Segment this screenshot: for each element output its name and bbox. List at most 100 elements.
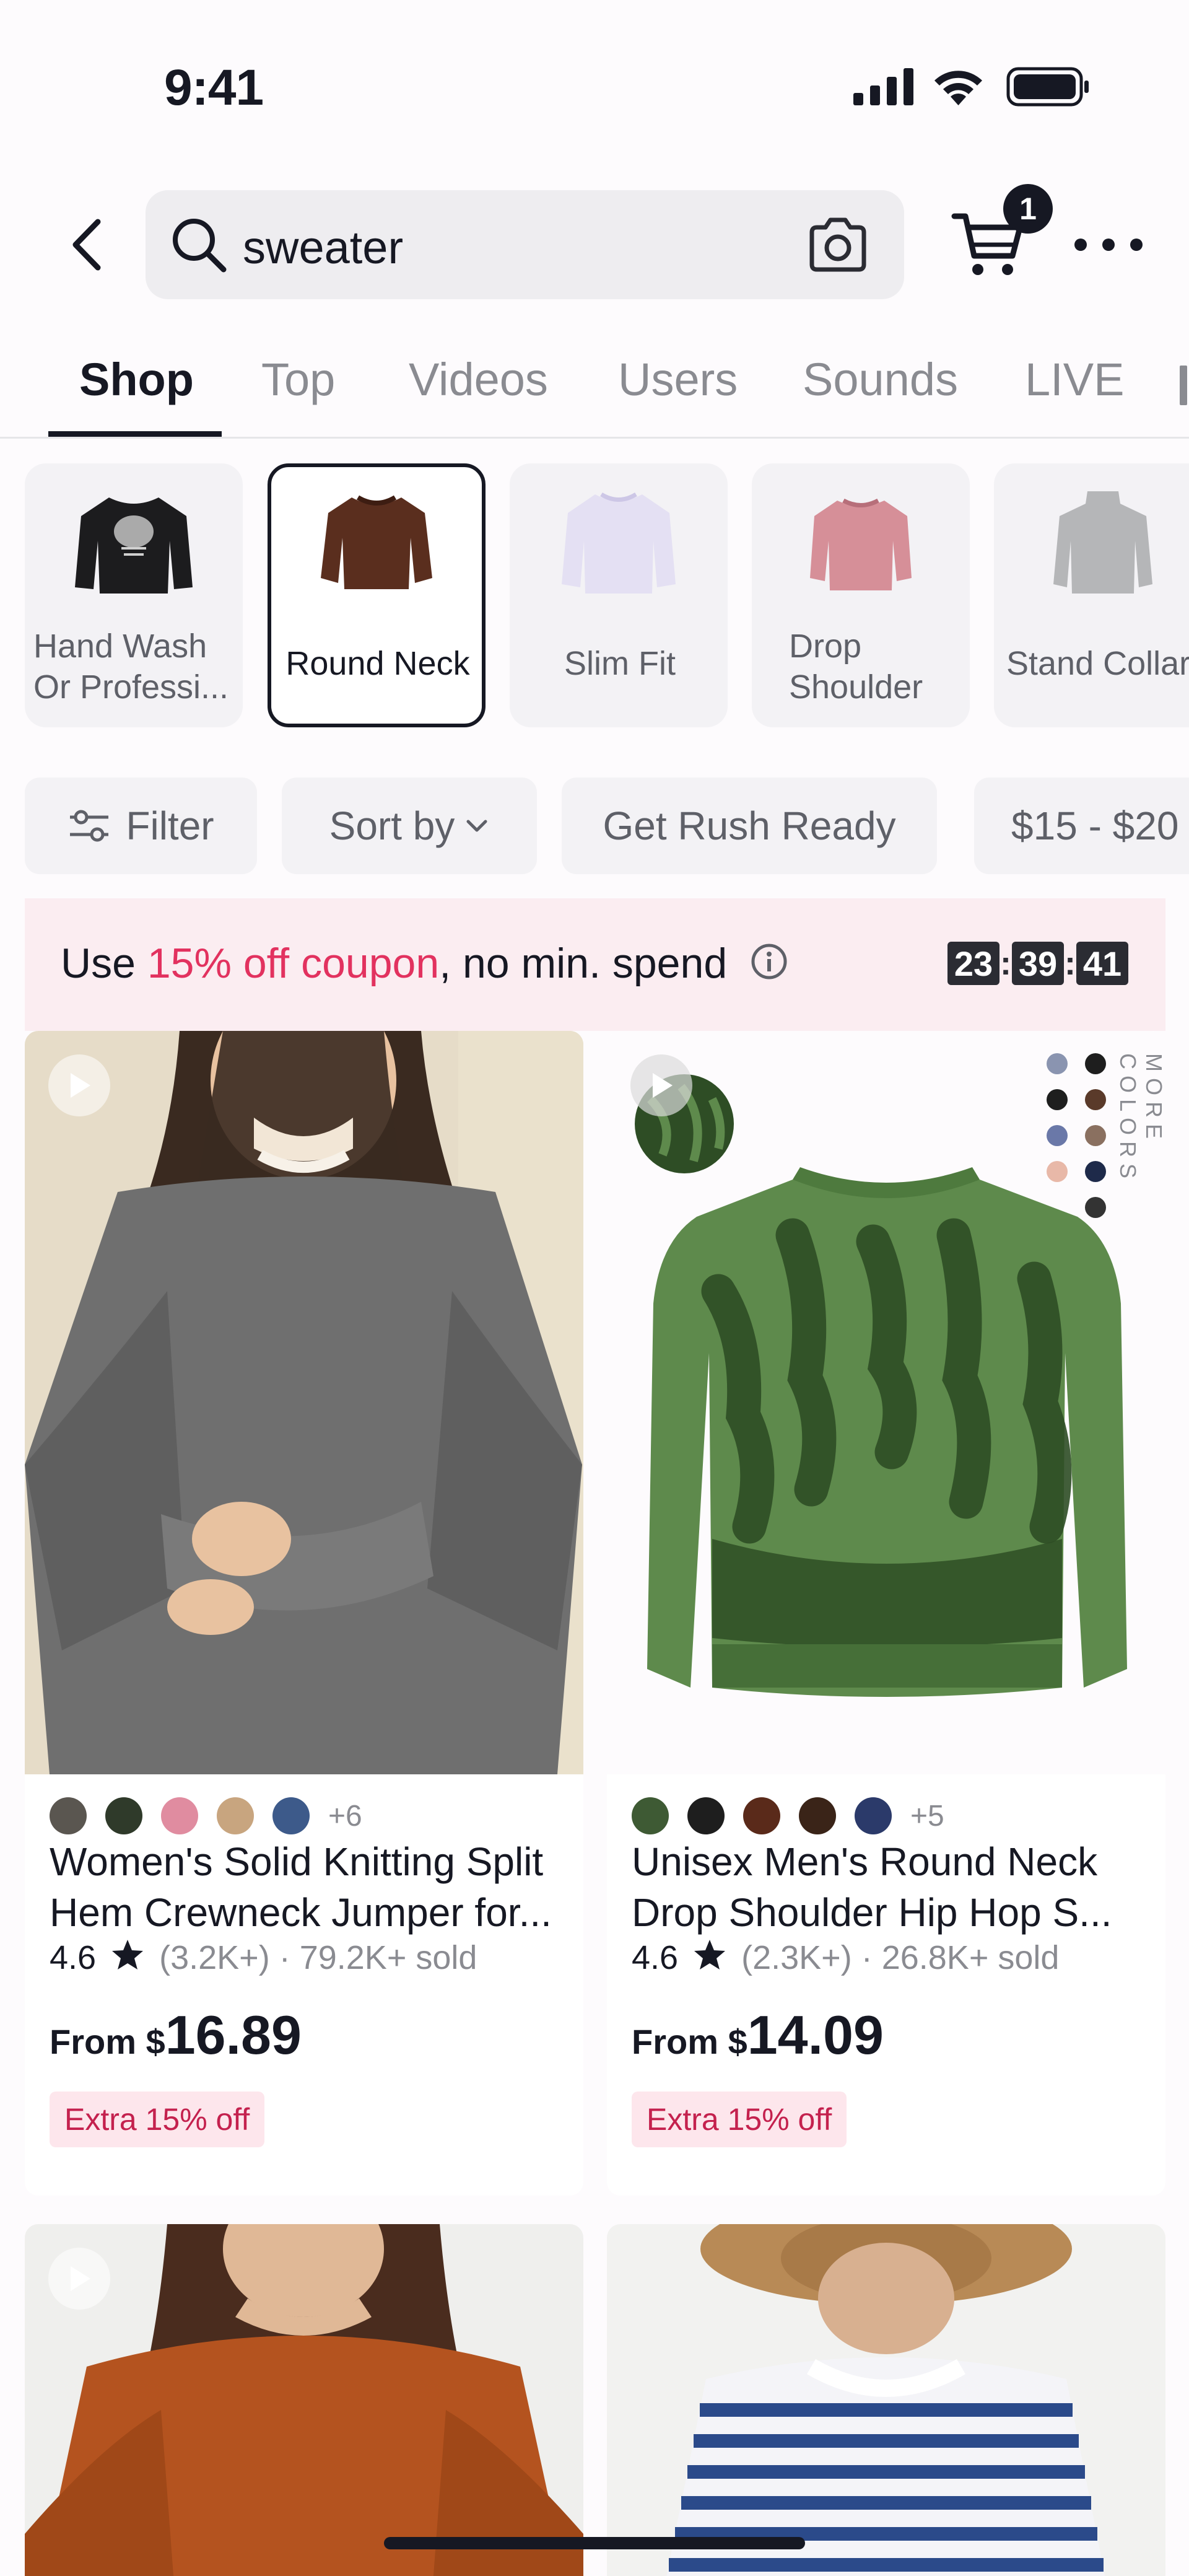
- color-swatch[interactable]: [855, 1797, 892, 1834]
- product-card[interactable]: [607, 2224, 1165, 2576]
- price-amount: 14.09: [747, 2004, 884, 2066]
- filter-chip-row: Filter Sort by Get Rush Ready $15 - $20: [25, 778, 1189, 874]
- filter-button[interactable]: Filter: [25, 778, 257, 874]
- price-range-chip[interactable]: $15 - $20: [974, 778, 1189, 874]
- wifi-icon: [934, 71, 982, 105]
- home-indicator: [384, 2537, 805, 2549]
- product-card[interactable]: [25, 2224, 583, 2576]
- coupon-text: Use 15% off coupon, no min. spend: [61, 939, 788, 988]
- search-bar[interactable]: sweater: [146, 190, 904, 299]
- product-rating: 4.6 (3.2K+) · 79.2K+ sold: [50, 1938, 477, 1977]
- review-count: (3.2K+): [159, 1939, 270, 1976]
- rush-ready-chip[interactable]: Get Rush Ready: [562, 778, 937, 874]
- price-range-label: $15 - $20: [1011, 804, 1179, 848]
- cart-button[interactable]: 1: [951, 184, 1053, 288]
- promo-badge: Extra 15% off: [632, 2092, 847, 2147]
- sold-count: · 79.2K+ sold: [279, 1939, 477, 1976]
- coupon-highlight: 15% off coupon: [147, 940, 440, 987]
- coupon-prefix: Use: [61, 940, 147, 987]
- cart-count-badge: 1: [1003, 184, 1053, 234]
- play-icon: [71, 1073, 90, 1098]
- sort-label: Sort by: [329, 804, 455, 848]
- tab-live[interactable]: LIVE: [1025, 353, 1124, 406]
- video-play-button[interactable]: [630, 1054, 692, 1116]
- color-swatch[interactable]: [161, 1797, 198, 1834]
- category-chip-stand-collar[interactable]: Stand Collar: [994, 463, 1189, 727]
- timer-minutes: 39: [1012, 942, 1064, 985]
- more-options-button[interactable]: [1074, 223, 1143, 266]
- price-amount: 16.89: [165, 2004, 302, 2066]
- product-image[interactable]: [25, 1031, 583, 1774]
- tab-top[interactable]: Top: [261, 353, 335, 406]
- play-icon: [653, 1073, 673, 1098]
- back-button[interactable]: [62, 211, 111, 279]
- color-dot: [1047, 1089, 1068, 1110]
- status-time: 9:41: [164, 59, 264, 116]
- color-swatch[interactable]: [217, 1797, 254, 1834]
- color-dot: [1085, 1125, 1106, 1146]
- category-label: Slim Fit: [564, 645, 676, 682]
- category-label: Stand Collar: [1006, 645, 1189, 682]
- coupon-suffix: , no min. spend: [439, 940, 728, 987]
- color-swatch[interactable]: [632, 1797, 669, 1834]
- color-dot: [1085, 1053, 1106, 1074]
- play-icon: [71, 2266, 90, 2291]
- star-icon: [112, 1940, 144, 1969]
- sweater-thumbnail: [75, 497, 193, 594]
- color-swatch[interactable]: [50, 1797, 87, 1834]
- color-dot: [1047, 1161, 1068, 1182]
- product-image[interactable]: [607, 2224, 1165, 2576]
- sort-by-dropdown[interactable]: Sort by: [282, 778, 537, 874]
- more-dot-icon: [1130, 239, 1143, 251]
- color-dot: [1085, 1197, 1106, 1218]
- color-swatch[interactable]: [687, 1797, 725, 1834]
- rush-label: Get Rush Ready: [603, 804, 896, 848]
- camera-icon[interactable]: [807, 215, 869, 274]
- color-swatch[interactable]: [743, 1797, 780, 1834]
- tab-shop[interactable]: Shop: [79, 353, 194, 406]
- product-card[interactable]: +6 Women's Solid Knitting Split Hem Crew…: [25, 1031, 583, 2196]
- price-prefix: From: [50, 2022, 146, 2061]
- product-card[interactable]: +5 Unisex Men's Round Neck Drop Shoulder…: [607, 1031, 1165, 2196]
- color-dot: [1047, 1125, 1068, 1146]
- tab-sounds[interactable]: Sounds: [803, 353, 958, 406]
- sold-count: · 26.8K+ sold: [861, 1939, 1060, 1976]
- info-icon[interactable]: [750, 942, 788, 981]
- chevron-left-icon: [72, 219, 101, 271]
- category-chip-row: Hand Wash Or Professi... Round Neck Slim…: [25, 463, 1189, 727]
- category-chip-round-neck[interactable]: Round Neck: [268, 463, 486, 727]
- product-title[interactable]: Unisex Men's Round Neck Drop Shoulder Hi…: [632, 1836, 1152, 1938]
- color-dot: [1047, 1053, 1068, 1074]
- chevron-down-icon: [466, 820, 487, 832]
- search-input[interactable]: sweater: [243, 221, 403, 274]
- category-chip-slim-fit[interactable]: Slim Fit: [510, 463, 728, 727]
- more-colors-label: MORE COLORS: [1115, 1053, 1167, 1185]
- product-image[interactable]: [607, 1031, 1165, 1774]
- timer-hours: 23: [947, 942, 1000, 985]
- tab-users[interactable]: Users: [618, 353, 738, 406]
- color-swatch[interactable]: [272, 1797, 310, 1834]
- tab-videos[interactable]: Videos: [409, 353, 548, 406]
- category-label: Round Neck: [285, 645, 470, 682]
- color-dot: [1085, 1089, 1106, 1110]
- cellular-signal-icon: [853, 68, 913, 105]
- more-swatches-count: +5: [910, 1799, 944, 1833]
- product-price: From $16.89: [50, 2004, 302, 2067]
- color-swatch[interactable]: [105, 1797, 142, 1834]
- color-swatches: +6: [50, 1794, 362, 1838]
- battery-icon: [1006, 67, 1089, 107]
- rating-value: 4.6: [632, 1939, 679, 1976]
- color-swatch[interactable]: [799, 1797, 836, 1834]
- category-chip-hand-wash[interactable]: Hand Wash Or Professi...: [25, 463, 243, 727]
- color-dot: [1085, 1161, 1106, 1182]
- price-prefix: From: [632, 2022, 728, 2061]
- video-play-button[interactable]: [48, 1054, 110, 1116]
- coupon-banner[interactable]: Use 15% off coupon, no min. spend 23 : 3…: [25, 898, 1165, 1031]
- video-play-button[interactable]: [48, 2248, 110, 2310]
- category-chip-drop-shoulder[interactable]: Drop Shoulder: [752, 463, 970, 727]
- filter-sliders-icon: [70, 810, 109, 842]
- product-title[interactable]: Women's Solid Knitting Split Hem Crewnec…: [50, 1836, 570, 1938]
- sweater-thumbnail: [1053, 491, 1152, 594]
- filter-label: Filter: [126, 804, 214, 848]
- sweater-thumbnail: [321, 495, 432, 589]
